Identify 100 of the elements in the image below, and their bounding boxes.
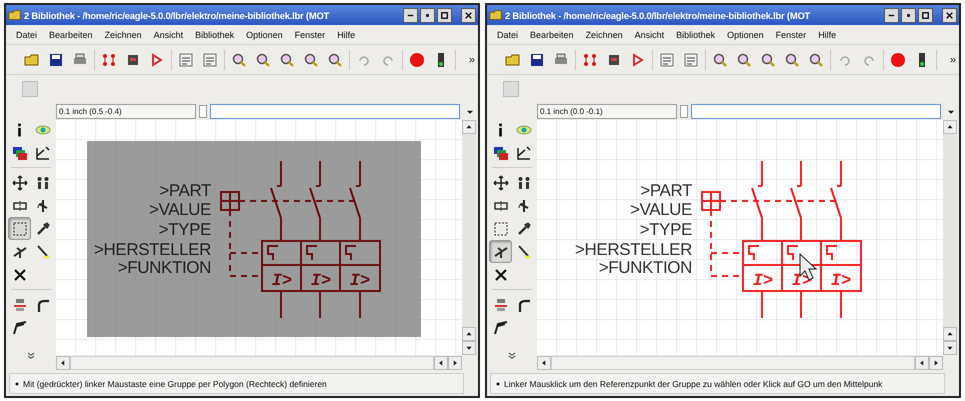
menu-item[interactable]: Optionen (721, 30, 770, 40)
menu-item[interactable]: Fenster (288, 30, 332, 40)
restore-button[interactable] (901, 8, 916, 22)
close-icon (944, 10, 955, 20)
toolbar-overflow-button[interactable]: » (468, 54, 475, 66)
tool-button[interactable] (8, 217, 31, 240)
mark-icon (34, 144, 50, 160)
attribute-label: >HERSTELLER (94, 240, 211, 259)
close-icon (463, 10, 474, 20)
minimize-button[interactable] (403, 8, 418, 22)
component-icon (101, 52, 117, 68)
scroll-up-button[interactable] (943, 120, 957, 134)
toolbar-overflow-button[interactable]: » (950, 54, 956, 66)
scroll-up-button[interactable] (943, 327, 957, 341)
open-folder-icon (24, 52, 40, 68)
menu-item[interactable]: Bibliothek (189, 30, 240, 40)
scroll-left-button[interactable] (434, 356, 448, 370)
wrench-icon (516, 220, 532, 236)
menu-item[interactable]: Zeichnen (580, 30, 629, 40)
coordinate-display: 0.1 inch (0.5 -0.4) (56, 104, 196, 118)
wire-icon (12, 320, 28, 336)
coordinate-display: 0.1 inch (0.0 -0.1) (537, 104, 677, 118)
close-button[interactable] (461, 8, 476, 22)
symbol-label: I> (272, 272, 292, 291)
slash-icon (34, 244, 50, 260)
close-button[interactable] (942, 8, 957, 22)
command-field[interactable] (210, 104, 460, 118)
menu-item[interactable]: Optionen (240, 30, 289, 40)
move-icon (12, 174, 28, 190)
layers-icon (12, 144, 28, 160)
window-title: 2 Bibliothek - /home/ric/eagle-5.0.0/lbr/elektro/meine-bibliothek.lbr (MOT (505, 10, 812, 20)
status-message: Mit (gedrückter) linker Maustaste eine Gruppe per Polygon (Rechteck) definieren (23, 378, 327, 388)
maximize-button[interactable] (437, 8, 452, 22)
menu-item[interactable]: Datei (491, 30, 524, 40)
save-icon (48, 52, 64, 68)
save-icon (529, 52, 545, 68)
menu-item[interactable]: Ansicht (148, 30, 190, 40)
attribute-label: >HERSTELLER (574, 240, 692, 259)
scroll-left-button[interactable] (915, 356, 929, 370)
scroll-up-button[interactable] (462, 120, 476, 134)
slash-icon (516, 244, 532, 260)
mark-icon (516, 144, 532, 160)
menu-item[interactable]: Zeichnen (98, 30, 148, 40)
document-icon (659, 52, 675, 68)
window-title: 2 Bibliothek - /home/ric/eagle-5.0.0/lbr/elektro/meine-bibliothek.lbr (MOT (24, 10, 330, 20)
wrench-icon (34, 220, 50, 236)
copy-icon (34, 174, 50, 190)
menu-item[interactable]: Bearbeiten (524, 30, 580, 40)
command-field[interactable] (691, 104, 941, 118)
symbol-icon (630, 52, 646, 68)
wire-icon (492, 320, 508, 336)
attribute-label: >PART (640, 181, 692, 200)
symbol-label: I> (752, 272, 774, 291)
scroll-left-button[interactable] (537, 356, 551, 370)
menu-item[interactable]: Bearbeiten (43, 30, 99, 40)
attribute-label: >FUNKTION (118, 258, 211, 277)
open-folder-icon (505, 52, 521, 68)
info-icon (17, 122, 22, 136)
rotate-icon (516, 198, 532, 214)
zoom-icon (303, 52, 319, 68)
scroll-down-button[interactable] (943, 341, 957, 355)
zoom-icon (231, 52, 247, 68)
document-icon (202, 52, 218, 68)
attribute-label: >TYPE (158, 220, 211, 239)
group-icon (12, 220, 28, 236)
menu-item[interactable]: Datei (10, 30, 44, 40)
app-icon (8, 8, 22, 22)
move-icon (492, 174, 508, 190)
menu-item[interactable]: Bibliothek (670, 30, 722, 40)
delete-icon (492, 266, 508, 282)
menu-item[interactable]: Hilfe (812, 30, 842, 40)
menu-item[interactable]: Fenster (770, 30, 812, 40)
layers-icon (492, 144, 508, 160)
maximize-icon (439, 10, 450, 20)
scroll-left-button[interactable] (56, 356, 70, 370)
scroll-down-button[interactable] (462, 341, 476, 355)
attribute-label: >PART (159, 181, 211, 200)
grid-button[interactable] (199, 104, 207, 118)
zoom-icon (712, 52, 728, 68)
maximize-button[interactable] (918, 8, 933, 22)
scroll-up-button[interactable] (462, 327, 476, 341)
symbol-label: I> (310, 272, 332, 291)
component-icon (582, 52, 598, 68)
attribute-label: >VALUE (630, 200, 692, 219)
symbol-label: I> (830, 272, 852, 291)
drawing-canvas[interactable]: >PART >VALUE >TYPE >HERSTELLER >FUNKTION I> I> I> (56, 120, 462, 355)
zoom-icon (784, 52, 800, 68)
scroll-right-button[interactable] (448, 356, 462, 370)
symbol-label: I> (350, 272, 370, 291)
menu-item[interactable]: Hilfe (331, 30, 362, 40)
tool-button[interactable] (489, 240, 512, 263)
status-message: Linker Mausklick um den Referenzpunkt der Gruppe zu wählen oder Klick auf GO um den Mittelpunk (504, 378, 882, 388)
scroll-right-button[interactable] (929, 356, 943, 370)
symbol-icon (149, 52, 165, 68)
grid-button[interactable] (680, 104, 688, 118)
menu-item[interactable]: Ansicht (628, 30, 670, 40)
restore-button[interactable] (420, 8, 435, 22)
minimize-button[interactable] (884, 8, 899, 22)
document-icon (178, 52, 194, 68)
bullet-icon (13, 380, 21, 388)
